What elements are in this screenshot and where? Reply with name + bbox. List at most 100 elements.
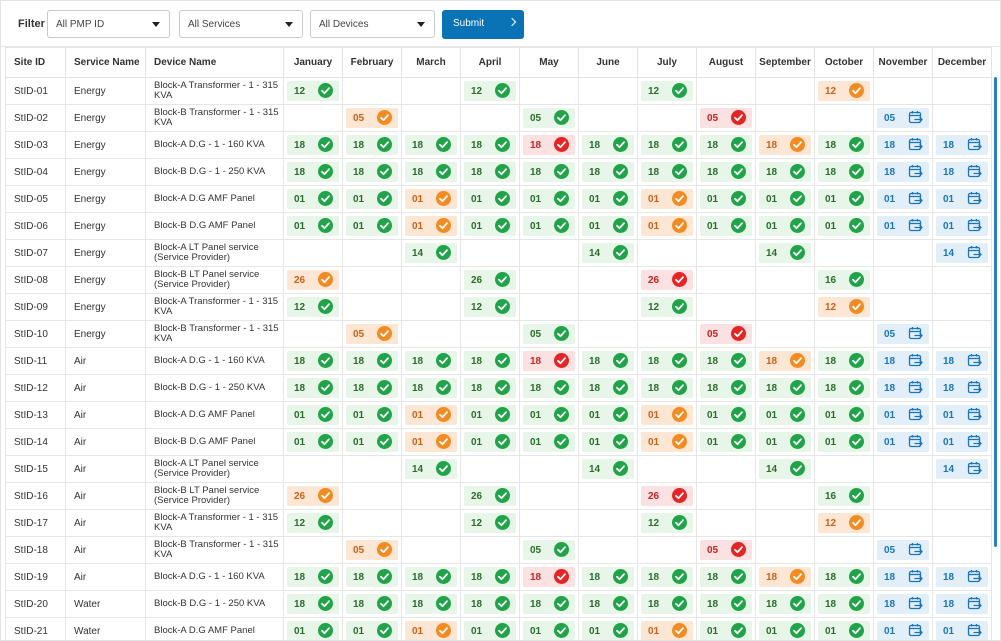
- schedule-chip-err[interactable]: 26: [641, 486, 693, 506]
- schedule-chip-ok[interactable]: 26: [464, 486, 516, 506]
- schedule-chip-warn[interactable]: 01: [405, 216, 457, 236]
- schedule-chip-ok[interactable]: 18: [641, 162, 693, 182]
- schedule-chip-ok[interactable]: 01: [818, 432, 870, 452]
- schedule-chip-ok[interactable]: 01: [464, 621, 516, 640]
- schedule-chip-ok[interactable]: 14: [582, 459, 634, 479]
- devices-select[interactable]: All Devices: [310, 10, 435, 38]
- schedule-chip-ok[interactable]: 18: [641, 378, 693, 398]
- schedule-chip-ok[interactable]: 18: [700, 162, 752, 182]
- schedule-chip-sched[interactable]: 01: [936, 405, 988, 425]
- schedule-chip-ok[interactable]: 18: [641, 567, 693, 587]
- schedule-chip-warn[interactable]: 01: [641, 405, 693, 425]
- schedule-chip-ok[interactable]: 14: [759, 459, 811, 479]
- services-select[interactable]: All Services: [179, 10, 303, 38]
- pmp-id-select[interactable]: All PMP ID: [47, 10, 170, 38]
- schedule-chip-warn[interactable]: 12: [818, 81, 870, 101]
- col-header-month[interactable]: January: [283, 47, 343, 78]
- schedule-chip-ok[interactable]: 18: [346, 594, 398, 614]
- col-header-month[interactable]: February: [342, 47, 402, 78]
- col-header-month[interactable]: April: [460, 47, 520, 78]
- schedule-chip-err[interactable]: 05: [700, 540, 752, 560]
- schedule-chip-ok[interactable]: 18: [582, 594, 634, 614]
- schedule-chip-err[interactable]: 05: [700, 324, 752, 344]
- schedule-chip-ok[interactable]: 01: [346, 189, 398, 209]
- schedule-chip-warn[interactable]: 12: [818, 297, 870, 317]
- col-header-month[interactable]: September: [755, 47, 815, 78]
- schedule-chip-ok[interactable]: 18: [287, 162, 339, 182]
- schedule-chip-ok[interactable]: 01: [759, 189, 811, 209]
- schedule-chip-ok[interactable]: 18: [464, 162, 516, 182]
- schedule-chip-ok[interactable]: 01: [582, 405, 634, 425]
- schedule-chip-ok[interactable]: 01: [287, 216, 339, 236]
- schedule-chip-warn[interactable]: 26: [287, 270, 339, 290]
- schedule-chip-ok[interactable]: 01: [582, 621, 634, 640]
- schedule-chip-ok[interactable]: 12: [641, 297, 693, 317]
- col-header-service[interactable]: Service Name: [65, 47, 146, 78]
- schedule-chip-sched[interactable]: 14: [936, 243, 988, 263]
- schedule-chip-ok[interactable]: 18: [700, 567, 752, 587]
- schedule-chip-ok[interactable]: 18: [641, 351, 693, 371]
- schedule-chip-sched[interactable]: 01: [936, 621, 988, 640]
- schedule-chip-ok[interactable]: 18: [405, 162, 457, 182]
- schedule-chip-ok[interactable]: 18: [287, 378, 339, 398]
- schedule-chip-ok[interactable]: 01: [346, 405, 398, 425]
- schedule-chip-sched[interactable]: 05: [877, 324, 929, 344]
- schedule-chip-ok[interactable]: 18: [405, 567, 457, 587]
- schedule-chip-ok[interactable]: 01: [464, 432, 516, 452]
- schedule-chip-ok[interactable]: 14: [405, 243, 457, 263]
- schedule-chip-ok[interactable]: 18: [287, 351, 339, 371]
- schedule-chip-sched[interactable]: 01: [877, 405, 929, 425]
- schedule-chip-ok[interactable]: 16: [818, 486, 870, 506]
- schedule-chip-sched[interactable]: 18: [936, 594, 988, 614]
- schedule-chip-ok[interactable]: 18: [346, 378, 398, 398]
- schedule-chip-ok[interactable]: 01: [759, 432, 811, 452]
- schedule-chip-ok[interactable]: 01: [759, 405, 811, 425]
- schedule-chip-ok[interactable]: 18: [405, 351, 457, 371]
- schedule-chip-ok[interactable]: 12: [641, 513, 693, 533]
- schedule-chip-ok[interactable]: 18: [818, 567, 870, 587]
- col-header-month[interactable]: March: [401, 47, 461, 78]
- schedule-chip-ok[interactable]: 12: [464, 297, 516, 317]
- schedule-chip-ok[interactable]: 05: [523, 108, 575, 128]
- schedule-chip-warn[interactable]: 18: [759, 351, 811, 371]
- schedule-chip-ok[interactable]: 18: [818, 351, 870, 371]
- schedule-chip-ok[interactable]: 18: [346, 162, 398, 182]
- schedule-chip-warn[interactable]: 12: [818, 513, 870, 533]
- schedule-chip-ok[interactable]: 01: [464, 405, 516, 425]
- schedule-chip-ok[interactable]: 01: [700, 432, 752, 452]
- schedule-chip-ok[interactable]: 01: [582, 432, 634, 452]
- schedule-chip-ok[interactable]: 01: [700, 216, 752, 236]
- schedule-chip-warn[interactable]: 01: [641, 216, 693, 236]
- schedule-chip-ok[interactable]: 18: [818, 594, 870, 614]
- schedule-chip-ok[interactable]: 01: [464, 216, 516, 236]
- schedule-chip-warn[interactable]: 01: [641, 189, 693, 209]
- schedule-chip-ok[interactable]: 01: [523, 189, 575, 209]
- schedule-chip-ok[interactable]: 18: [287, 594, 339, 614]
- schedule-chip-ok[interactable]: 18: [582, 567, 634, 587]
- schedule-chip-sched[interactable]: 18: [936, 567, 988, 587]
- schedule-chip-ok[interactable]: 01: [818, 405, 870, 425]
- schedule-chip-ok[interactable]: 18: [405, 135, 457, 155]
- schedule-chip-ok[interactable]: 18: [700, 351, 752, 371]
- schedule-chip-warn[interactable]: 01: [405, 189, 457, 209]
- schedule-chip-ok[interactable]: 14: [759, 243, 811, 263]
- schedule-chip-warn[interactable]: 05: [346, 540, 398, 560]
- schedule-chip-ok[interactable]: 01: [759, 216, 811, 236]
- schedule-chip-sched[interactable]: 01: [877, 189, 929, 209]
- schedule-chip-ok[interactable]: 12: [287, 513, 339, 533]
- schedule-chip-ok[interactable]: 18: [818, 162, 870, 182]
- schedule-chip-err[interactable]: 18: [523, 567, 575, 587]
- schedule-chip-ok[interactable]: 18: [287, 567, 339, 587]
- schedule-chip-ok[interactable]: 01: [582, 189, 634, 209]
- schedule-chip-warn[interactable]: 18: [759, 567, 811, 587]
- schedule-chip-ok[interactable]: 18: [700, 378, 752, 398]
- schedule-chip-sched[interactable]: 18: [877, 351, 929, 371]
- schedule-chip-warn[interactable]: 01: [641, 621, 693, 640]
- schedule-chip-sched[interactable]: 05: [877, 540, 929, 560]
- schedule-chip-warn[interactable]: 26: [287, 486, 339, 506]
- schedule-chip-ok[interactable]: 18: [759, 162, 811, 182]
- schedule-chip-ok[interactable]: 12: [287, 297, 339, 317]
- schedule-chip-ok[interactable]: 12: [287, 81, 339, 101]
- schedule-chip-ok[interactable]: 05: [523, 540, 575, 560]
- schedule-chip-sched[interactable]: 14: [936, 459, 988, 479]
